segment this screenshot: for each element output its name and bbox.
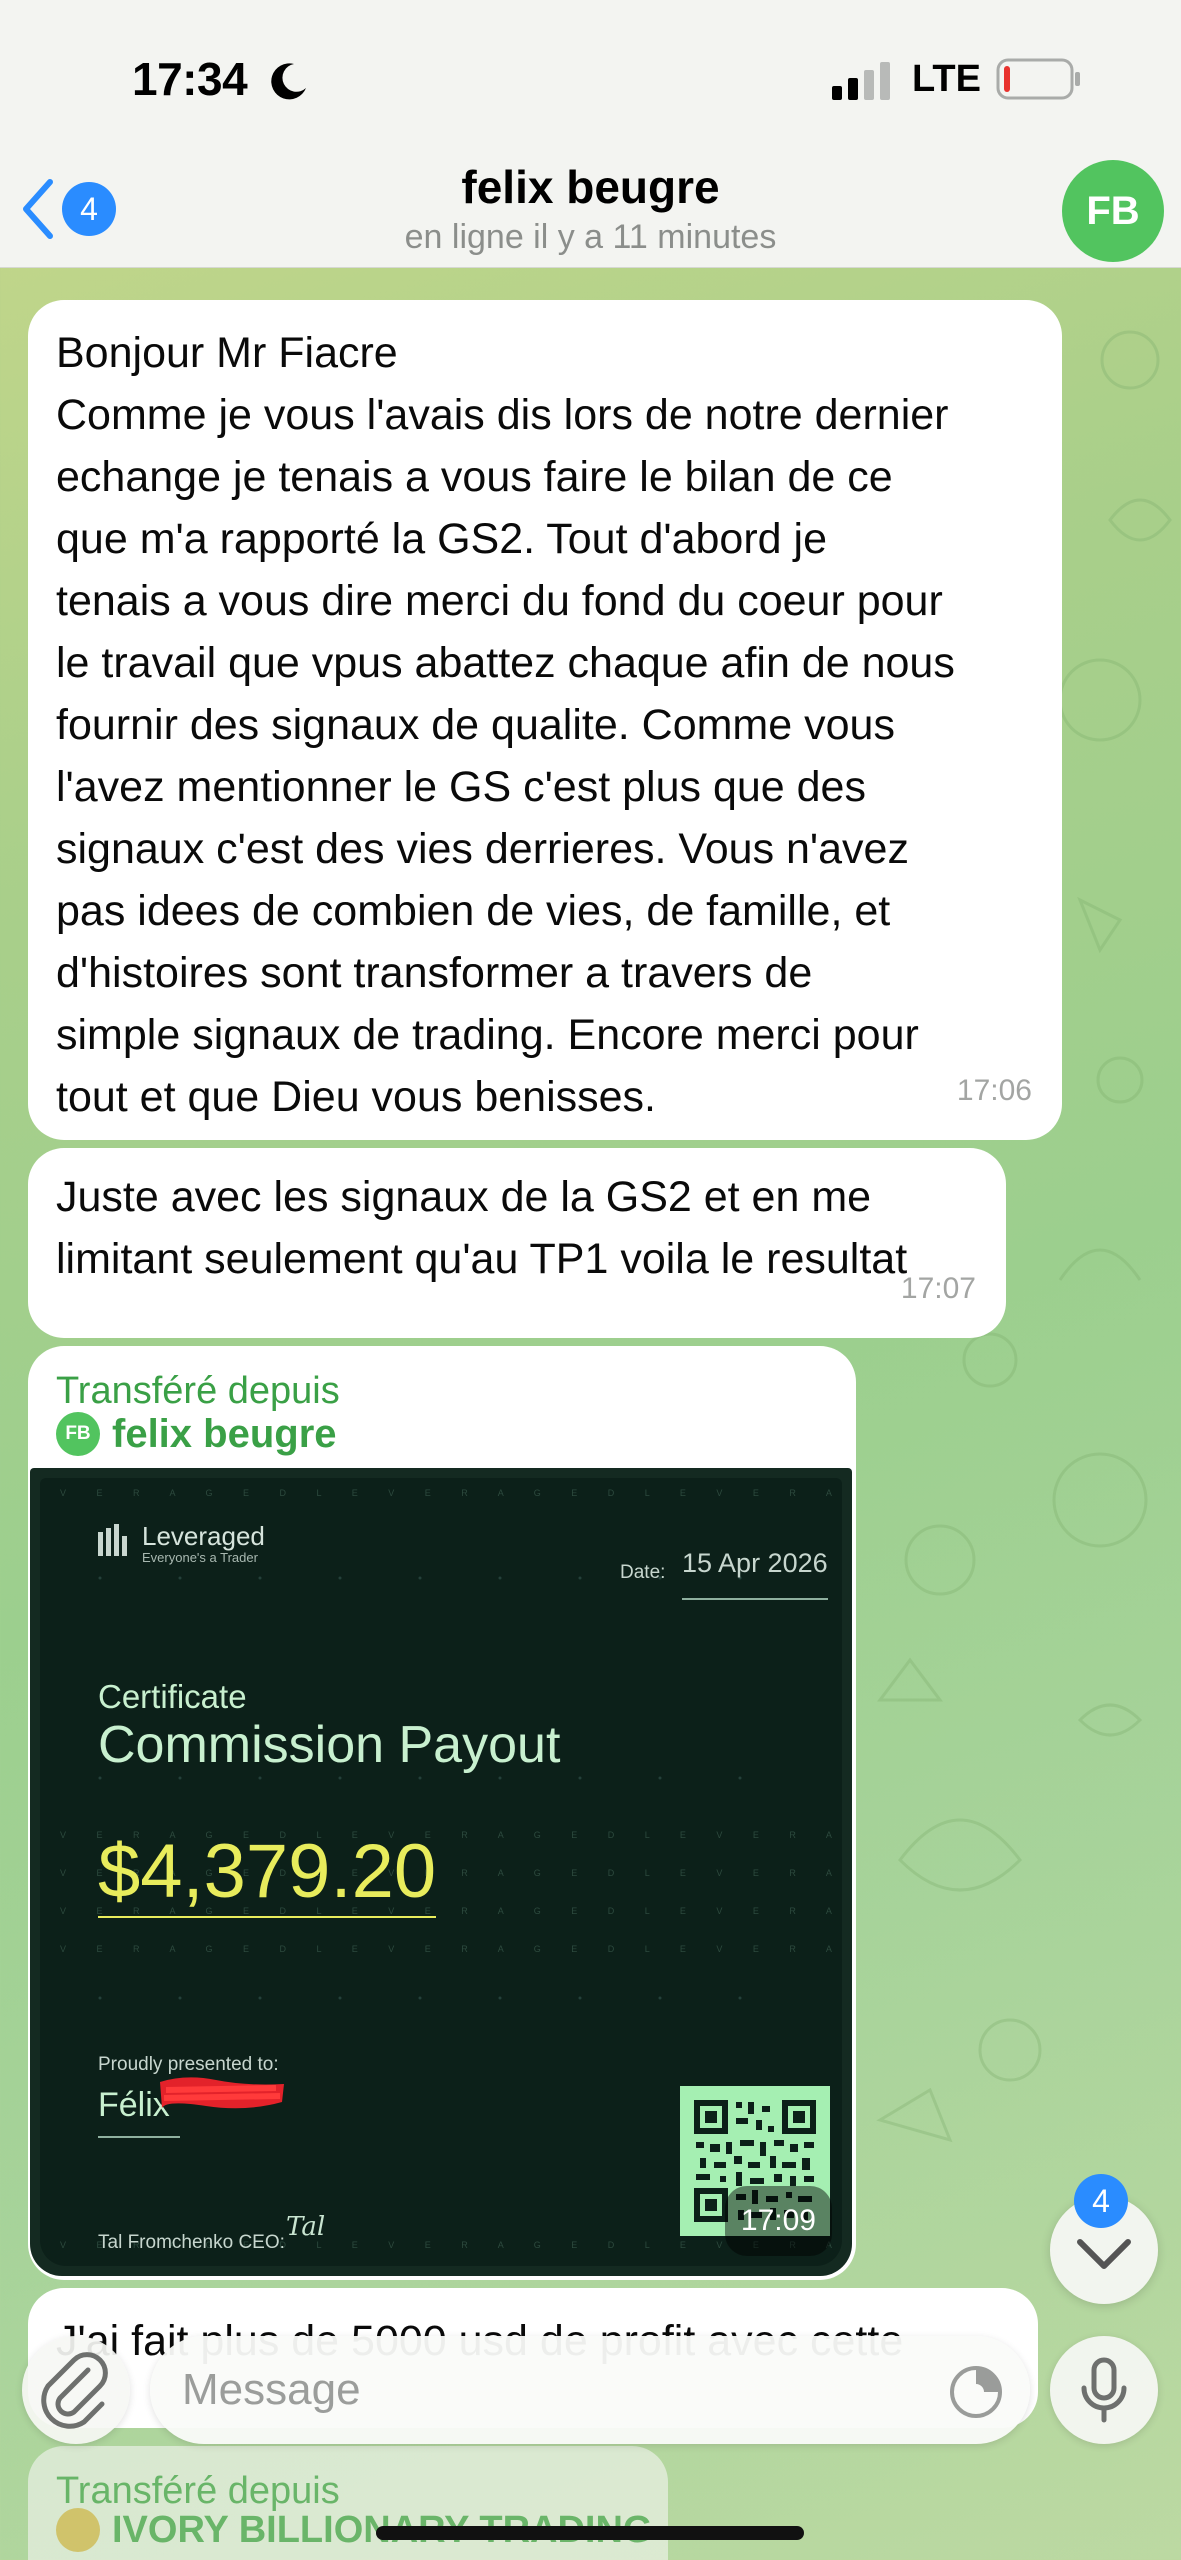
scroll-unread-badge: 4 xyxy=(1074,2174,1128,2228)
paperclip-icon xyxy=(41,2352,108,2429)
svg-text:V E R A G E D L E V E R A G E: V E R A G E D L E V E R A G E D L E V E … xyxy=(60,1488,842,1498)
moon-icon xyxy=(271,63,306,100)
signal-icon xyxy=(832,62,890,100)
message-time: 17:06 xyxy=(956,1074,1032,1107)
message-time: 17:07 xyxy=(900,1272,976,1305)
certificate-signature: Tal Fromchenko xyxy=(286,2190,476,2242)
forwarded-from[interactable]: FB felix beugre xyxy=(56,1410,337,1458)
forwarded-name: felix beugre xyxy=(112,1412,337,1456)
forwarded-avatar: FB xyxy=(56,1412,100,1456)
message-input[interactable] xyxy=(150,2336,1030,2444)
certificate-logo: Leveraged Everyone's a Trader xyxy=(98,1522,265,1566)
microphone-button[interactable] xyxy=(1050,2336,1158,2444)
attach-button[interactable] xyxy=(22,2336,130,2444)
status-time: 17:34 xyxy=(132,53,248,105)
certificate-ceo-label: Tal Fromchenko CEO: xyxy=(98,2232,285,2253)
certificate-date: 15 Apr 2026 xyxy=(682,1532,828,1600)
sticker-icon[interactable] xyxy=(946,2362,1006,2422)
network-type: LTE xyxy=(912,58,981,100)
message-bubble[interactable]: Bonjour Mr Fiacre Comme je vous l'avais … xyxy=(28,300,1062,1140)
svg-text:V E R A G E D L E V E R A G E: V E R A G E D L E V E R A G E D L E V E … xyxy=(60,1944,842,1954)
microphone-icon xyxy=(1081,2357,1127,2423)
redaction-scribble xyxy=(160,2077,284,2109)
chat-title[interactable]: felix beugre xyxy=(0,160,1181,214)
certificate-card: V E R A G E D L E V E R A G E D L E V E … xyxy=(40,1478,842,2266)
battery-icon xyxy=(996,58,1080,100)
forwarded-avatar xyxy=(56,2508,100,2552)
contact-avatar[interactable]: FB xyxy=(1062,160,1164,262)
certificate-brand: Leveraged xyxy=(142,1521,265,1551)
message-text: Juste avec les signaux de la GS2 et en m… xyxy=(56,1173,908,1283)
leveraged-logo-icon xyxy=(98,1524,127,1556)
message-text: Bonjour Mr Fiacre Comme je vous l'avais … xyxy=(56,329,955,1121)
message-time: 17:09 xyxy=(724,2186,832,2256)
forwarded-image-message[interactable]: Transféré depuis FB felix beugre V E R A… xyxy=(28,1346,856,2280)
certificate-tagline: Everyone's a Trader xyxy=(142,1550,258,1565)
chat-last-seen: en ligne il y a 11 minutes xyxy=(404,218,777,256)
certificate-amount: $4,379.20 xyxy=(98,1828,437,1918)
certificate-image[interactable]: V E R A G E D L E V E R A G E D L E V E … xyxy=(30,1468,852,2276)
certificate-title: Commission Payout xyxy=(98,1716,561,1774)
forwarded-message[interactable]: Transféré depuis IVORY BILLIONARY TRADIN… xyxy=(28,2446,668,2560)
home-indicator xyxy=(376,2526,804,2540)
message-bubble[interactable]: Juste avec les signaux de la GS2 et en m… xyxy=(28,1148,1006,1338)
certificate-date-label: Date: xyxy=(620,1562,666,1583)
